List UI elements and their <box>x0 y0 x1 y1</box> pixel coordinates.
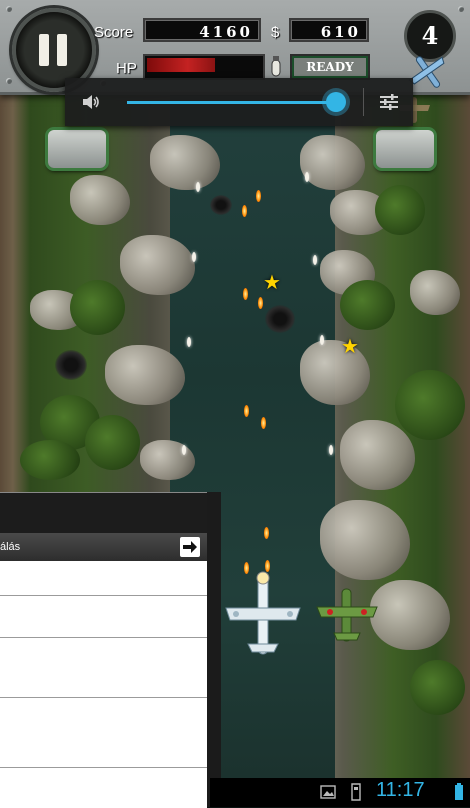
pause-icon <box>57 34 67 66</box>
tracer-shot <box>187 337 191 347</box>
tracer-shot <box>305 172 309 182</box>
settings-sheet-title: álás <box>0 541 21 553</box>
enemy-bullet <box>256 190 261 202</box>
volume-slider-track[interactable] <box>127 101 342 104</box>
enemy-bullet <box>261 417 266 429</box>
settings-sheet-titlebar: álás <box>0 533 207 561</box>
arrow-right-button[interactable] <box>180 537 200 557</box>
hp-bar <box>143 54 265 80</box>
enemy-bullet <box>258 297 263 309</box>
settings-row[interactable] <box>0 699 207 734</box>
speaker-icon[interactable] <box>81 92 101 112</box>
tree <box>70 280 125 335</box>
hp-label: HP <box>116 60 137 77</box>
enemy-bullet <box>244 405 249 417</box>
gallery-icon <box>320 785 336 799</box>
equalizer-sliders-icon[interactable] <box>378 92 400 112</box>
clock-time: 11:17 <box>376 779 425 801</box>
volume-slider-thumb[interactable] <box>326 92 346 112</box>
player-plane <box>225 571 301 655</box>
settings-row[interactable] <box>0 561 207 596</box>
crater <box>210 195 232 215</box>
rock <box>140 440 195 480</box>
wingman-plane <box>316 588 378 642</box>
tree <box>395 370 465 440</box>
settings-sheet-header <box>0 493 207 533</box>
pause-icon <box>39 34 49 66</box>
score-label: Score <box>94 24 134 41</box>
rivet <box>6 6 12 12</box>
rivet <box>6 78 12 84</box>
tree <box>85 415 140 470</box>
tracer-shot <box>329 445 333 455</box>
special-weapon-ready[interactable]: READY <box>290 54 370 80</box>
crater <box>265 305 295 333</box>
score-value: 4160 <box>143 18 261 42</box>
tracer-shot <box>192 252 196 262</box>
system-status-bar <box>210 778 470 807</box>
settings-scroll-strip <box>207 492 221 807</box>
enemy-bunker <box>376 130 434 168</box>
settings-row[interactable] <box>0 641 207 698</box>
tree <box>375 185 425 235</box>
sd-card-icon <box>351 783 361 801</box>
settings-row[interactable] <box>0 603 207 638</box>
tracer-shot <box>320 335 324 345</box>
tree <box>340 280 395 330</box>
divider <box>363 88 364 116</box>
tracer-shot <box>313 255 317 265</box>
tree <box>410 660 465 715</box>
enemy-bullet <box>242 205 247 217</box>
arrow-right-icon <box>183 541 197 553</box>
tracer-shot <box>182 445 186 455</box>
enemy-bullet <box>243 288 248 300</box>
star-bonus-icon: ★ <box>341 336 359 358</box>
settings-row[interactable] <box>0 733 207 768</box>
settings-sheet: álás <box>0 492 207 808</box>
money-symbol: $ <box>271 24 280 41</box>
star-bonus-icon: ★ <box>263 272 281 294</box>
battery-icon <box>455 783 463 800</box>
crater <box>55 350 87 380</box>
enemy-bunker <box>48 130 106 168</box>
money-value: 610 <box>289 18 369 42</box>
tree <box>20 440 80 480</box>
rivet <box>458 6 464 12</box>
volume-panel <box>65 78 413 126</box>
player-bullet <box>264 527 269 539</box>
bomb-icon <box>271 56 281 77</box>
hp-fill <box>147 58 215 72</box>
tracer-shot <box>196 182 200 192</box>
